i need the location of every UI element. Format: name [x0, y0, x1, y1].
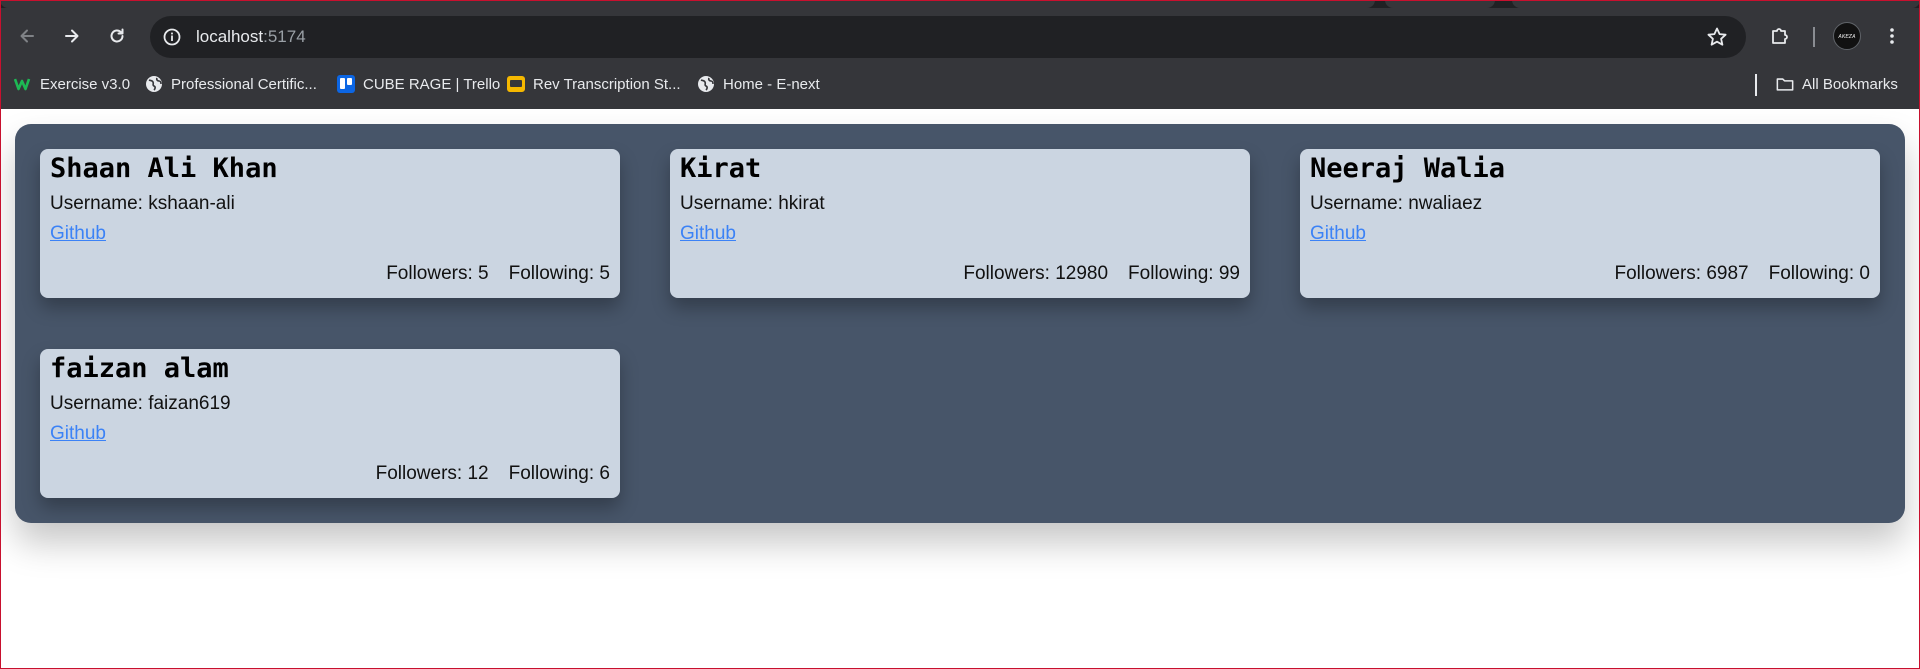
github-link[interactable]: Github — [50, 222, 106, 246]
user-name: Neeraj Walia — [1310, 153, 1506, 184]
user-username: Username: kshaan-ali — [50, 193, 235, 214]
tab-edge — [1385, 0, 1495, 8]
arrow-right-icon — [65, 29, 79, 43]
trello-icon — [337, 75, 355, 93]
bookmarks-bar: Exercise v3.0 Professional Certific... C… — [0, 68, 1920, 100]
user-card: Neeraj Walia Username: nwaliaez Github F… — [1300, 149, 1880, 298]
github-link[interactable]: Github — [680, 222, 736, 246]
reload-button[interactable] — [99, 18, 135, 54]
following-count: Following: 0 — [1768, 263, 1870, 284]
browser-chrome: localhost:5174 ᴀᴋᴇᴢᴀ Exercise v3.0 Profe… — [0, 0, 1920, 109]
kebab-menu-icon — [1890, 28, 1894, 44]
user-username: Username: nwaliaez — [1310, 193, 1483, 214]
following-count: Following: 6 — [508, 463, 610, 484]
bookmark-label: CUBE RAGE | Trello — [363, 75, 501, 93]
bookmark-trello[interactable]: CUBE RAGE | Trello — [337, 72, 500, 96]
globe-icon — [145, 75, 163, 93]
bookmark-label: Exercise v3.0 — [40, 75, 131, 93]
user-name: faizan alam — [50, 353, 229, 384]
extensions-button[interactable] — [1762, 18, 1798, 54]
user-name: Kirat — [680, 153, 762, 184]
forward-button[interactable] — [54, 18, 90, 54]
menu-button[interactable] — [1874, 18, 1910, 54]
user-stats: Followers: 6987 Following: 0 — [1614, 262, 1870, 286]
followers-count: Followers: 5 — [386, 263, 489, 284]
bookmark-rev[interactable]: Rev Transcription St... — [507, 72, 681, 96]
followers-count: Followers: 6987 — [1614, 263, 1749, 284]
bookmark-enext[interactable]: Home - E-next — [697, 72, 820, 96]
url-host: localhost — [196, 27, 264, 46]
github-link[interactable]: Github — [50, 422, 106, 446]
avatar-text: ᴀᴋᴇᴢᴀ — [1838, 32, 1856, 40]
github-link[interactable]: Github — [1310, 222, 1366, 246]
followers-count: Followers: 12980 — [963, 263, 1109, 284]
bookmark-exercise[interactable]: Exercise v3.0 — [14, 72, 130, 96]
user-name: Shaan Ali Khan — [50, 153, 278, 184]
tab-strip — [0, 0, 1920, 8]
user-card: Kirat Username: hkirat Github Followers:… — [670, 149, 1250, 298]
users-panel: Shaan Ali Khan Username: kshaan-ali Gith… — [15, 124, 1905, 523]
toolbar: localhost:5174 ᴀᴋᴇᴢᴀ — [0, 10, 1920, 64]
bookmark-label: Rev Transcription St... — [533, 75, 681, 93]
toolbar-divider — [1813, 27, 1815, 47]
arrow-left-icon — [20, 29, 34, 43]
active-tab-edge — [0, 0, 1375, 8]
back-button[interactable] — [9, 18, 45, 54]
user-stats: Followers: 5 Following: 5 — [386, 262, 610, 286]
bookmark-label: Professional Certific... — [171, 75, 317, 93]
url-text[interactable]: localhost:5174 — [196, 27, 306, 47]
bookmark-professional-certificate[interactable]: Professional Certific... — [145, 72, 317, 96]
following-count: Following: 5 — [508, 263, 610, 284]
all-bookmarks-label: All Bookmarks — [1802, 75, 1898, 93]
user-stats: Followers: 12980 Following: 99 — [963, 262, 1240, 286]
puzzle-icon — [1772, 28, 1788, 44]
url-port: :5174 — [263, 27, 306, 46]
user-stats: Followers: 12 Following: 6 — [376, 462, 610, 486]
address-bar[interactable]: localhost:5174 — [150, 16, 1746, 58]
bookmark-star-icon[interactable] — [1706, 26, 1728, 48]
user-username: Username: hkirat — [680, 193, 825, 214]
user-card: faizan alam Username: faizan619 Github F… — [40, 349, 620, 498]
bookmarks-divider — [1755, 74, 1757, 96]
site-info-icon[interactable] — [162, 27, 182, 47]
following-count: Following: 99 — [1128, 263, 1240, 284]
w-logo-icon — [14, 75, 32, 93]
reload-icon — [110, 28, 124, 43]
bookmark-label: Home - E-next — [723, 75, 820, 93]
page-content: Shaan Ali Khan Username: kshaan-ali Gith… — [0, 109, 1920, 669]
rev-icon — [507, 75, 525, 93]
globe-icon — [697, 75, 715, 93]
profile-avatar[interactable]: ᴀᴋᴇᴢᴀ — [1833, 22, 1861, 50]
all-bookmarks-button[interactable]: All Bookmarks — [1776, 72, 1898, 96]
user-username: Username: faizan619 — [50, 393, 231, 414]
user-card: Shaan Ali Khan Username: kshaan-ali Gith… — [40, 149, 620, 298]
followers-count: Followers: 12 — [375, 463, 489, 484]
tab-edge — [1512, 0, 1920, 8]
folder-icon — [1776, 75, 1794, 93]
